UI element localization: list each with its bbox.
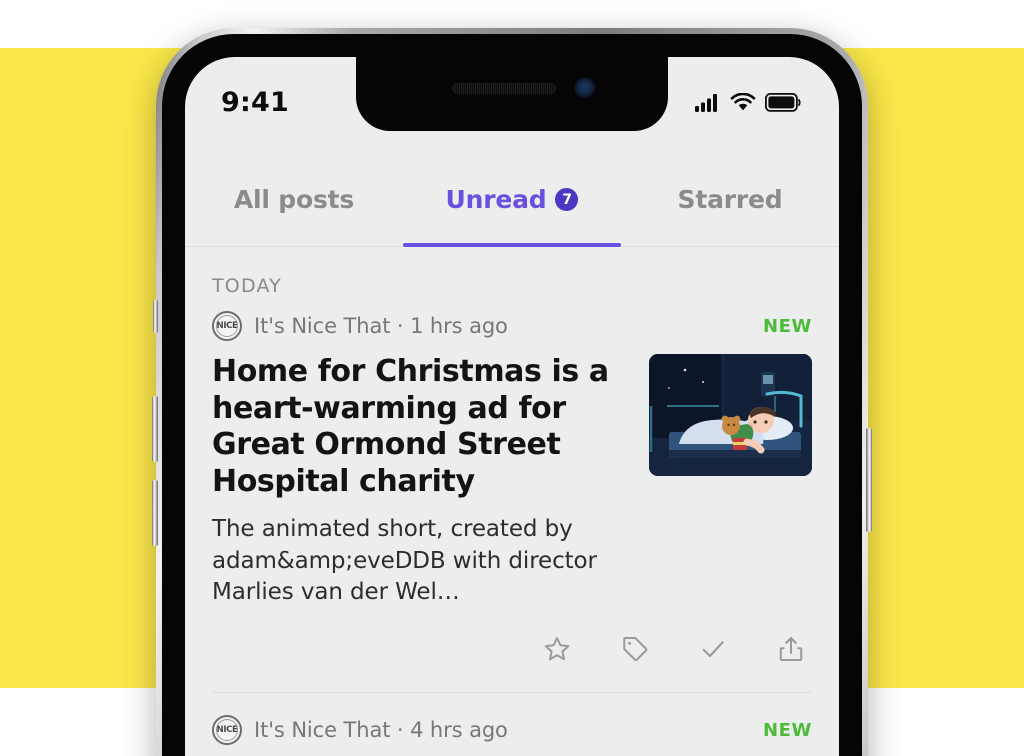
front-camera-icon	[574, 77, 596, 99]
volume-down-button[interactable]	[152, 480, 158, 546]
post-source-label: It's Nice That · 1 hrs ago	[254, 314, 508, 338]
tab-unread-text: Unread	[445, 185, 547, 214]
status-icons	[695, 92, 801, 112]
post-source-label: It's Nice That · 4 hrs ago	[254, 718, 508, 743]
list-item[interactable]: NICE It's Nice That · 1 hrs ago NEW Home…	[212, 311, 812, 692]
power-button[interactable]	[866, 428, 872, 532]
tag-icon[interactable]	[620, 634, 650, 664]
avatar: NICE	[212, 311, 242, 341]
page-title[interactable]: Home for Christmas is a heart-warming ad…	[212, 354, 625, 500]
battery-full-icon	[765, 92, 801, 112]
tab-all-posts[interactable]: All posts	[185, 167, 403, 247]
tab-all-posts-label: All posts	[233, 185, 355, 214]
tab-unread-label: Unread 7	[446, 185, 579, 214]
share-icon[interactable]	[776, 634, 806, 664]
star-icon[interactable]	[542, 634, 572, 664]
post-excerpt: The animated short, created by adam&amp;…	[212, 516, 597, 605]
earpiece-speaker-icon	[452, 83, 556, 94]
post-feed[interactable]: TODAY NICE It's Nice That · 1 hrs ago NE…	[185, 247, 839, 756]
wifi-icon	[730, 92, 756, 110]
status-badge: NEW	[762, 315, 812, 337]
post-thumbnail[interactable]	[649, 354, 812, 476]
tab-starred[interactable]: Starred	[621, 167, 839, 247]
status-time: 9:41	[221, 86, 289, 118]
check-icon[interactable]	[698, 634, 728, 664]
notch	[356, 57, 668, 131]
phone-device: 9:41 All posts Unread 7 Starred TODAY NI…	[152, 28, 872, 756]
post-source: NICE It's Nice That · 1 hrs ago	[212, 311, 508, 341]
post-text: Home for Christmas is a heart-warming ad…	[212, 354, 625, 608]
post-actions	[212, 608, 812, 686]
avatar-label: NICE	[216, 321, 238, 331]
unread-count-badge: 7	[555, 188, 579, 211]
avatar: NICE	[212, 715, 242, 746]
section-header-today: TODAY	[212, 275, 282, 297]
child-sleeping-in-hospital-bed-illustration	[649, 354, 812, 476]
status-badge: NEW	[762, 719, 812, 741]
post-body: Home for Christmas is a heart-warming ad…	[212, 354, 812, 608]
post-meta: NICE It's Nice That · 1 hrs ago NEW	[212, 311, 812, 341]
cellular-signal-icon	[695, 93, 717, 112]
avatar-label: NICE	[216, 725, 238, 736]
post-meta: NICE It's Nice That · 4 hrs ago NEW	[212, 715, 812, 746]
list-item[interactable]: NICE It's Nice That · 4 hrs ago NEW Free…	[212, 692, 812, 756]
mute-switch-button[interactable]	[153, 300, 158, 333]
tab-bar: All posts Unread 7 Starred	[185, 167, 839, 247]
volume-up-button[interactable]	[152, 396, 158, 462]
post-source: NICE It's Nice That · 4 hrs ago	[212, 715, 508, 746]
tab-unread[interactable]: Unread 7	[403, 167, 621, 247]
phone-screen: 9:41 All posts Unread 7 Starred TODAY NI…	[185, 57, 839, 756]
tab-starred-label: Starred	[677, 185, 783, 214]
